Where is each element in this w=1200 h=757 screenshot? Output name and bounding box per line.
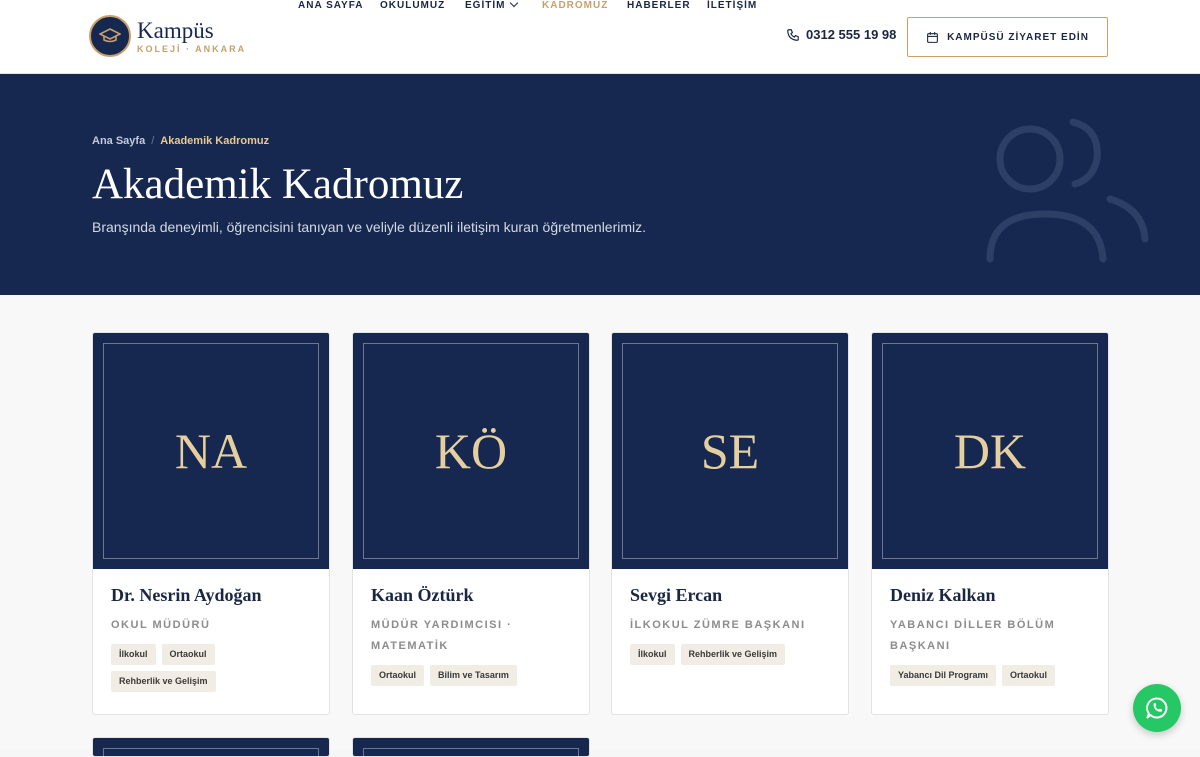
staff-name: Sevgi Ercan	[630, 585, 723, 605]
phone-link[interactable]: 0312 555 19 98	[786, 27, 896, 42]
whatsapp-icon	[1146, 697, 1168, 719]
nav-item-egitim[interactable]: EĞİTİM	[465, 0, 519, 12]
graduation-cap-icon	[89, 15, 131, 57]
breadcrumb-home[interactable]: Ana Sayfa	[92, 135, 145, 147]
staff-tag: Yabancı Dil Programı	[890, 665, 997, 686]
staff-photo: SE	[612, 333, 848, 569]
page-subtitle: Branşında deneyimli, öğrencisini tanıyan…	[92, 219, 647, 235]
staff-tag: İlkokul	[630, 644, 675, 665]
staff-tags: İlkokul Ortaokul Rehberlik ve Gelişim	[111, 644, 311, 692]
staff-card-partial[interactable]	[352, 737, 590, 757]
staff-initials: DK	[953, 423, 1027, 479]
nav-item-iletisim[interactable]: İLETİŞİM	[707, 0, 757, 12]
staff-name: Dr. Nesrin Aydoğan	[111, 585, 262, 605]
staff-initials: KÖ	[434, 423, 508, 479]
nav-item-haberler[interactable]: HABERLER	[627, 0, 691, 12]
brand-logo[interactable]: Kampüs KOLEJİ · ANKARA	[89, 15, 246, 57]
nav-item-egitim-label: EĞİTİM	[465, 0, 506, 11]
staff-photo: NA	[93, 333, 329, 569]
staff-tag: Bilim ve Tasarım	[430, 665, 517, 686]
staff-role: YABANCI DİLLER BÖLÜM BAŞKANI	[890, 619, 1056, 652]
staff-tag: Ortaokul	[161, 644, 215, 665]
staff-card[interactable]: SE Sevgi Ercan İLKOKUL ZÜMRE BAŞKANI İlk…	[611, 332, 849, 715]
whatsapp-button[interactable]	[1133, 684, 1181, 732]
staff-card[interactable]: NA Dr. Nesrin Aydoğan OKUL MÜDÜRÜ İlkoku…	[92, 332, 330, 715]
page-hero: Ana Sayfa / Akademik Kadromuz Akademik Kad…	[0, 74, 1200, 295]
photo-frame	[363, 748, 579, 756]
staff-name: Deniz Kalkan	[890, 585, 996, 605]
breadcrumb-separator: /	[151, 135, 155, 147]
staff-photo: KÖ	[353, 333, 589, 569]
staff-role: MÜDÜR YARDIMCISI · MATEMATİK	[371, 619, 513, 652]
staff-tag: Rehberlik ve Gelişim	[680, 644, 786, 665]
staff-tags: İlkokul Rehberlik ve Gelişim	[630, 644, 830, 665]
staff-tag: Rehberlik ve Gelişim	[111, 671, 216, 692]
staff-photo	[93, 738, 329, 756]
staff-tags: Ortaokul Bilim ve Tasarım	[371, 665, 571, 686]
staff-section: NA Dr. Nesrin Aydoğan OKUL MÜDÜRÜ İlkoku…	[0, 295, 1200, 757]
site-header: Kampüs KOLEJİ · ANKARA ANA SAYFA OKULUMU…	[0, 0, 1200, 74]
page-title: Akademik Kadromuz	[92, 161, 464, 208]
users-icon	[986, 118, 1149, 263]
calendar-icon	[927, 31, 938, 43]
staff-role: İLKOKUL ZÜMRE BAŞKANI	[630, 619, 806, 631]
brand-name: Kampüs	[137, 17, 214, 43]
chevron-down-icon	[510, 0, 519, 8]
staff-photo: DK	[872, 333, 1108, 569]
staff-name: Kaan Öztürk	[371, 585, 474, 605]
visit-campus-button[interactable]: KAMPÜSÜ ZİYARET EDİN	[907, 17, 1108, 57]
staff-role: OKUL MÜDÜRÜ	[111, 619, 211, 631]
staff-card[interactable]: DK Deniz Kalkan YABANCI DİLLER BÖLÜM BAŞ…	[871, 332, 1109, 715]
staff-initials: SE	[700, 423, 760, 479]
staff-tag: Ortaokul	[1002, 665, 1056, 686]
brand-subtitle: KOLEJİ · ANKARA	[137, 43, 247, 54]
phone-number: 0312 555 19 98	[806, 27, 897, 42]
visit-campus-label: KAMPÜSÜ ZİYARET EDİN	[947, 31, 1089, 43]
photo-frame	[103, 748, 319, 756]
phone-icon	[787, 28, 799, 41]
breadcrumb-current: Akademik Kadromuz	[160, 135, 270, 147]
nav-item-ana-sayfa[interactable]: ANA SAYFA	[298, 0, 364, 12]
staff-initials: NA	[174, 423, 248, 479]
staff-tags: Yabancı Dil Programı Ortaokul	[890, 665, 1090, 686]
staff-tag: Ortaokul	[371, 665, 425, 686]
staff-photo	[353, 738, 589, 756]
nav-item-kadromuz[interactable]: KADROMUZ	[542, 0, 608, 12]
breadcrumb: Ana Sayfa / Akademik Kadromuz	[92, 135, 269, 147]
staff-card-partial[interactable]	[92, 737, 330, 757]
nav-item-okulumuz[interactable]: OKULUMUZ	[380, 0, 445, 12]
staff-card[interactable]: KÖ Kaan Öztürk MÜDÜR YARDIMCISI · MATEMA…	[352, 332, 590, 715]
staff-tag: İlkokul	[111, 644, 156, 665]
